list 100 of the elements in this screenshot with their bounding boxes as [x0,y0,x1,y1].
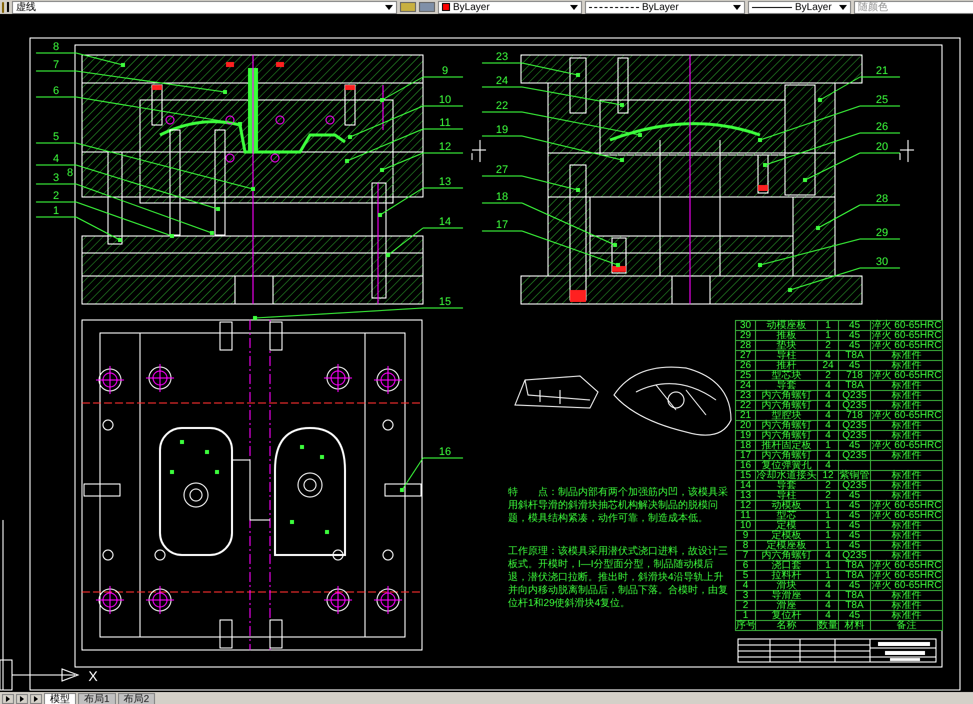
table-cell: 标准件 [871,531,943,541]
table-cell: 16 [736,461,756,471]
part-number-label: 20 [876,141,888,153]
layers-icon[interactable] [419,2,435,12]
ucs-axis-label: X [88,668,98,684]
table-cell: 45 [839,511,871,521]
table-cell: 4 [818,351,839,361]
layout-tab[interactable]: 模型 [44,693,76,704]
dropdown[interactable]: ByLayer [748,0,851,14]
color-swatch-icon [442,3,450,11]
part-number-label: 22 [496,100,508,112]
table-cell: 淬火 60-65HRC [871,341,943,351]
table-cell: 复位杆 [756,611,818,621]
table-cell: 材料 [839,621,871,631]
table-cell: 标准件 [871,401,943,411]
table-cell: 内六角螺钉 [756,551,818,561]
table-cell: 3 [736,591,756,601]
table-cell: T8A [839,381,871,391]
table-cell: 23 [736,391,756,401]
table-cell: 2 [818,481,839,491]
part-number-label: 18 [496,191,508,203]
table-cell: 45 [839,321,871,331]
table-cell: 1 [818,571,839,581]
layout-tab[interactable]: 布局1 [78,693,116,704]
dropdown-value: ByLayer [642,2,679,12]
table-cell: 淬火 60-65HRC [871,501,943,511]
table-cell: 导滑座 [756,591,818,601]
table-cell: 1 [818,531,839,541]
table-cell: 11 [736,511,756,521]
table-cell: 24 [818,361,839,371]
table-cell: 标准件 [871,541,943,551]
section-cut-symbol [472,140,486,162]
dropdown-value: 随颜色 [858,2,888,12]
table-cell: 紫铜管 [839,471,871,481]
table-cell: 浇口套 [756,561,818,571]
table-cell: 45 [839,581,871,591]
part-number-label: 19 [496,124,508,136]
dropdown[interactable]: 虚线 [12,0,397,14]
table-cell: 1 [818,561,839,571]
table-cell: 标准件 [871,601,943,611]
layout-tab[interactable]: 布局2 [118,693,156,704]
table-cell: 45 [839,541,871,551]
part-number-label: 28 [876,193,888,205]
table-cell: 45 [839,331,871,341]
table-cell: Q235 [839,401,871,411]
table-cell: 6 [736,561,756,571]
table-cell: 2 [818,371,839,381]
dropdown[interactable]: ByLayer [438,0,582,14]
table-cell: 1 [818,321,839,331]
table-cell: 4 [818,411,839,421]
section-mark-label: I [470,152,474,163]
part-number-label: 2 [52,190,60,202]
table-cell: 标准件 [871,481,943,491]
table-cell: 标准件 [871,431,943,441]
table-cell: T8A [839,571,871,581]
part-number-label: 26 [876,121,888,133]
table-cell: 1 [818,441,839,451]
table-cell: 9 [736,531,756,541]
table-cell: 淬火 60-65HRC [871,561,943,571]
table-cell: 标准件 [871,381,943,391]
table-cell: 型腔块 [756,411,818,421]
part-number-label: 8 [52,41,60,53]
table-cell: 45 [839,441,871,451]
table-cell: T8A [839,591,871,601]
part-number-label: 11 [439,117,451,129]
table-cell: 淬火 60-65HRC [871,371,943,381]
part-number-label: 3 [52,172,60,184]
table-cell: 复位弹簧孔 [756,461,818,471]
table-cell: 导套 [756,481,818,491]
table-cell: 标准件 [871,551,943,561]
table-cell: Q235 [839,421,871,431]
table-cell: 备注 [871,621,943,631]
table-cell: 26 [736,361,756,371]
table-cell: 1 [818,331,839,341]
table-cell: 内六角螺钉 [756,421,818,431]
table-cell: 滑块 [756,581,818,591]
table-cell: 4 [818,461,839,471]
dropdown[interactable]: ByLayer [585,0,745,14]
part-number-label: 13 [438,176,452,188]
nav-prev-icon[interactable] [16,694,28,704]
part-number-label: 24 [496,75,508,87]
nav-next-icon[interactable] [30,694,42,704]
table-cell: 定模座板 [756,541,818,551]
table-cell: 45 [839,361,871,371]
nav-first-icon[interactable] [2,694,14,704]
table-cell: 17 [736,451,756,461]
table-cell: 2 [736,601,756,611]
part-number-label: 17 [496,219,508,231]
layers-icon[interactable] [400,2,416,12]
table-cell: T8A [839,561,871,571]
part-number-label: 10 [438,94,452,106]
table-cell: 垫块 [756,341,818,351]
table-cell: 45 [839,341,871,351]
table-cell: Q235 [839,451,871,461]
part-number-label: 25 [876,94,888,106]
table-cell: 27 [736,351,756,361]
table-cell: 10 [736,521,756,531]
table-cell: 4 [818,601,839,611]
table-cell: 内六角螺钉 [756,401,818,411]
section-mark-label: I [898,152,902,163]
